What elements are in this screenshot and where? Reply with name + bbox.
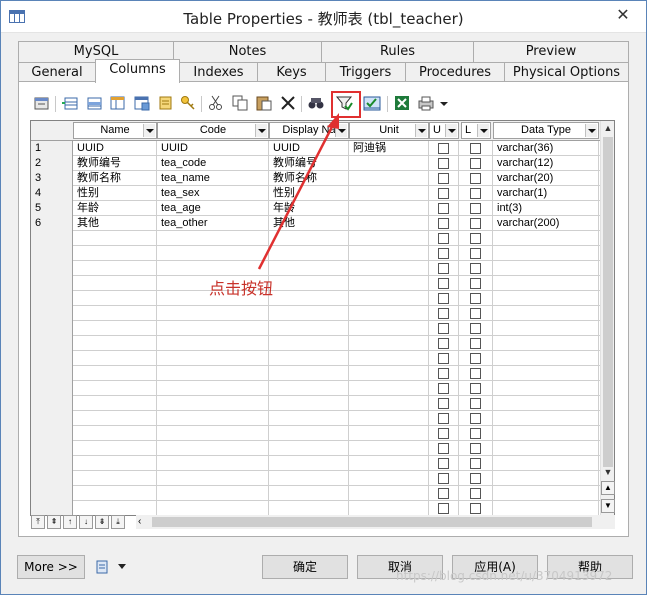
chevron-down-icon[interactable] bbox=[117, 563, 127, 571]
watermark: https://blog.csdn.net/u/3704913972 bbox=[396, 569, 613, 583]
menu-icon[interactable] bbox=[95, 559, 111, 575]
table-properties-window: Table Properties - 教师表 (tbl_teacher) ✕ M… bbox=[0, 0, 647, 595]
annotation-label: 点击按钮 bbox=[209, 279, 274, 298]
more-button[interactable]: More >> bbox=[17, 555, 85, 579]
annotation-arrow bbox=[257, 113, 339, 270]
ok-button[interactable]: 确定 bbox=[262, 555, 348, 579]
tab-columns[interactable]: Columns bbox=[95, 59, 180, 83]
